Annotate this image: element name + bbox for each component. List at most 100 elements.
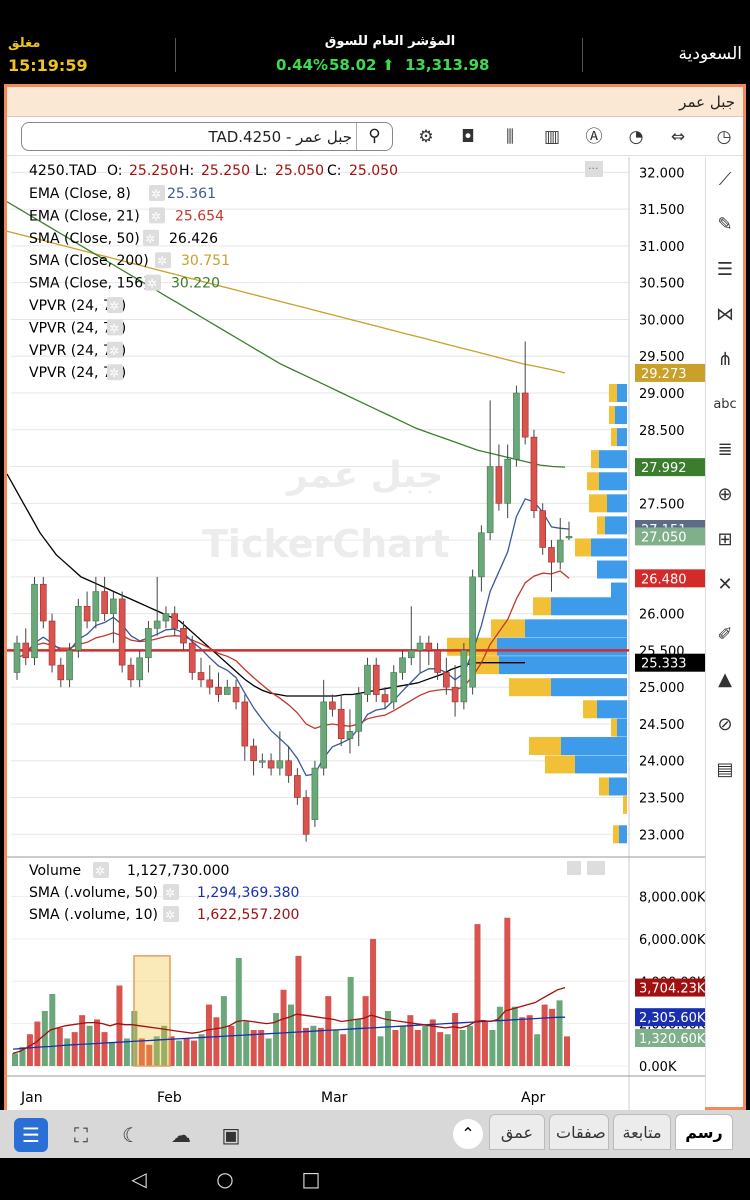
camera-icon[interactable]: ◘ <box>455 124 481 150</box>
volume-bar <box>41 1010 48 1066</box>
candle-body <box>276 760 284 769</box>
candle-body <box>381 694 389 703</box>
vpvr-bar <box>591 450 599 469</box>
volume-axis-label: 0.00K <box>639 1060 677 1075</box>
lock-icon[interactable]: ▲ <box>712 667 738 693</box>
vpvr-bar <box>561 737 627 756</box>
index-title: المؤشر العام للسوق <box>324 34 456 49</box>
time-axis-label: Mar <box>321 1090 348 1106</box>
symbol-search[interactable]: TAD.4250 - جبل عمر ⚲ <box>21 122 393 151</box>
recents-icon[interactable]: □ <box>298 1166 324 1192</box>
candle-body <box>320 701 327 769</box>
price-axis-label: 24.500 <box>639 718 685 733</box>
night-mode-icon[interactable]: ☾ <box>114 1118 148 1152</box>
vpvr-bar <box>611 718 617 737</box>
tab-watchlist[interactable]: متابعة <box>613 1114 671 1150</box>
vpvr-bar <box>599 777 609 796</box>
indicator-label: EMA (Close, 8) <box>29 186 131 202</box>
fullscreen-icon[interactable]: ⛶ <box>64 1118 98 1152</box>
vpvr-bar <box>609 406 615 425</box>
home-icon[interactable]: ○ <box>212 1166 238 1192</box>
levels-icon[interactable]: ≣ <box>712 437 738 463</box>
volume-bar <box>362 996 369 1066</box>
menu-icon[interactable]: ☰ <box>14 1118 48 1152</box>
trash-icon[interactable]: ▤ <box>712 757 738 783</box>
volume-bar <box>198 1034 205 1066</box>
ohlc-high-label: H: <box>179 163 194 179</box>
link-icon[interactable]: ⇔ <box>665 124 691 150</box>
market-ticker[interactable]: مغلق 15:19:59 المؤشر العام للسوق 0.44% 5… <box>0 30 750 80</box>
volume-bar <box>519 1017 526 1066</box>
search-input[interactable]: TAD.4250 - جبل عمر <box>208 128 352 146</box>
volume-bar <box>26 1034 33 1066</box>
settings-icon[interactable]: ⚙ <box>413 124 439 150</box>
time-axis-label: Feb <box>157 1090 182 1106</box>
candle-body <box>346 731 354 739</box>
volume-bar <box>467 1025 474 1066</box>
volume-bar <box>347 977 354 1066</box>
price-axis-label: 29.000 <box>639 387 685 402</box>
candle-body <box>372 664 380 695</box>
magnet-icon[interactable]: ✐ <box>712 622 738 648</box>
price-axis-label: 23.500 <box>639 792 685 807</box>
trendline-icon[interactable]: ⟋ <box>712 167 738 193</box>
pattern-icon[interactable]: ⋈ <box>712 302 738 328</box>
ruler-icon[interactable]: ⊞ <box>712 527 738 553</box>
bottom-bar: ☰ ⛶ ☾ ☁ ▣ ⌃ عمق صفقات متابعة رسم <box>0 1110 750 1158</box>
tab-chart[interactable]: رسم <box>675 1114 733 1150</box>
price-axis-label: 31.500 <box>639 203 685 218</box>
tab-depth[interactable]: عمق <box>489 1114 545 1150</box>
candle-body <box>565 536 573 539</box>
back-icon[interactable]: ◁ <box>126 1166 152 1192</box>
divider <box>582 38 583 72</box>
gear-glyph: ✲ <box>147 277 157 291</box>
delete-drawing-icon[interactable]: ✕ <box>712 572 738 598</box>
volume-bar <box>71 1032 78 1066</box>
search-icon[interactable]: ⚲ <box>356 123 392 150</box>
fibonacci-icon[interactable]: ☰ <box>712 257 738 283</box>
vpvr-bar <box>617 428 627 447</box>
candle-body <box>425 642 433 651</box>
candle-body <box>39 583 47 622</box>
volume-legend-value: 1,127,730.000 <box>127 863 229 879</box>
alert-icon[interactable]: Ⓐ <box>581 124 607 150</box>
candlestick-icon[interactable]: ⫼ <box>497 124 523 150</box>
candle-body <box>285 760 292 776</box>
fork-icon[interactable]: ⋔ <box>712 347 738 373</box>
vpvr-bar <box>619 825 627 844</box>
clock-icon[interactable]: ◷ <box>711 124 737 150</box>
volume-bar <box>205 1004 212 1066</box>
volume-bar <box>526 1015 533 1066</box>
chevron-up-icon[interactable]: ⌃ <box>453 1119 483 1149</box>
price-chart[interactable]: 32.000 31.500 31.000 30.500 30.000 29.500 29.0… <box>7 157 705 1117</box>
chart-window: جبل عمر TAD.4250 - جبل عمر ⚲ ⚙ ◘ ⫼ ▥ Ⓐ ◔… <box>4 84 746 1117</box>
candle-body <box>118 598 126 666</box>
volume-bar <box>325 996 332 1066</box>
compare-icon[interactable]: ◔ <box>623 124 649 150</box>
candle-body <box>478 532 485 578</box>
ohlc-low-label: L: <box>255 163 268 179</box>
market-time: 15:19:59 <box>8 56 88 75</box>
tab-trades[interactable]: صفقات <box>549 1114 609 1150</box>
pane-maximize-icon <box>567 861 581 875</box>
candle-body <box>259 760 266 763</box>
candle-body <box>232 686 240 703</box>
cloud-icon[interactable]: ☁ <box>164 1118 198 1152</box>
hide-icon[interactable]: ⊘ <box>712 712 738 738</box>
price-axis-label: 32.000 <box>639 166 685 181</box>
volume-bar <box>481 1021 488 1066</box>
volume-bar <box>176 1040 183 1066</box>
index-change-points: 58.02 <box>329 56 377 74</box>
zoom-icon[interactable]: ⊕ <box>712 482 738 508</box>
market-name[interactable]: السعودية <box>679 44 742 64</box>
gear-glyph: ✲ <box>151 209 161 223</box>
indicators-icon[interactable]: ▥ <box>539 124 565 150</box>
volume-bar <box>332 1030 339 1066</box>
candle-body <box>486 466 494 534</box>
brush-icon[interactable]: ✎ <box>712 212 738 238</box>
text-tool-icon[interactable]: abc <box>712 392 738 418</box>
portfolio-icon[interactable]: ▣ <box>214 1118 248 1152</box>
candle-body <box>539 510 547 548</box>
volume-bar <box>86 1025 93 1066</box>
candle-body <box>250 745 257 762</box>
